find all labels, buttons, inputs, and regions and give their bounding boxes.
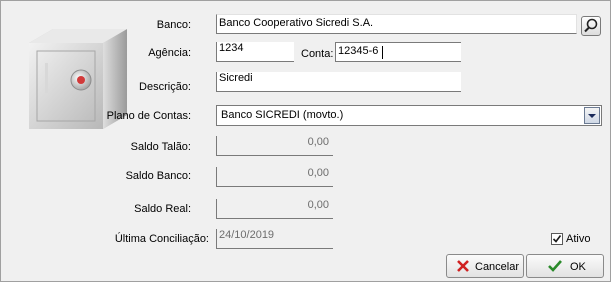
descricao-field[interactable]: Sicredi <box>216 72 461 92</box>
checkmark-icon <box>552 235 562 243</box>
saldo-real-value: 0,00 <box>307 199 329 211</box>
ultima-conciliacao-value: 24/10/2019 <box>219 229 275 241</box>
cancel-button[interactable]: Cancelar <box>446 254 524 278</box>
ok-label: OK <box>570 261 586 273</box>
saldo-talao-value: 0,00 <box>307 136 329 148</box>
conta-label: Conta: <box>301 48 334 60</box>
agencia-label: Agência: <box>148 47 191 59</box>
agencia-value: 1234 <box>219 42 244 54</box>
descricao-label: Descrição: <box>139 81 191 93</box>
cancel-label: Cancelar <box>475 261 520 273</box>
plano-select[interactable]: Banco SICREDI (movto.) <box>216 105 602 126</box>
saldo-banco-value: 0,00 <box>307 167 329 179</box>
banco-field[interactable]: Banco Cooperativo Sicredi S.A. <box>216 14 577 34</box>
banco-value: Banco Cooperativo Sicredi S.A. <box>219 17 374 29</box>
ultima-conciliacao-field: 24/10/2019 <box>216 229 333 249</box>
conta-field[interactable]: 12345-6 <box>335 42 461 62</box>
plano-value: Banco SICREDI (movto.) <box>221 109 344 121</box>
search-button[interactable] <box>581 16 601 36</box>
saldo-banco-label: Saldo Banco: <box>125 170 191 182</box>
plano-label: Plano de Contas: <box>106 110 191 122</box>
x-icon <box>457 260 469 272</box>
conta-value: 12345-6 <box>338 45 379 57</box>
saldo-real-field: 0,00 <box>216 199 333 219</box>
dialog-window: Banco: Banco Cooperativo Sicredi S.A. Ag… <box>0 0 611 282</box>
ok-button[interactable]: OK <box>526 254 604 278</box>
ativo-label: Ativo <box>566 233 591 245</box>
banco-label: Banco: <box>156 19 191 31</box>
saldo-talao-field: 0,00 <box>216 136 333 156</box>
saldo-talao-label: Saldo Talão: <box>130 141 191 153</box>
ativo-checkbox[interactable] <box>551 233 563 245</box>
saldo-banco-field: 0,00 <box>216 167 333 187</box>
agencia-field[interactable]: 1234 <box>216 42 294 62</box>
search-icon <box>584 18 598 33</box>
chevron-down-icon <box>588 114 596 118</box>
text-caret <box>382 46 383 59</box>
descricao-value: Sicredi <box>219 72 253 84</box>
ultima-conciliacao-label: Última Conciliação: <box>114 233 209 245</box>
ok-checkmark-icon <box>548 260 562 272</box>
saldo-real-label: Saldo Real: <box>134 203 191 215</box>
dropdown-button[interactable] <box>584 107 600 124</box>
